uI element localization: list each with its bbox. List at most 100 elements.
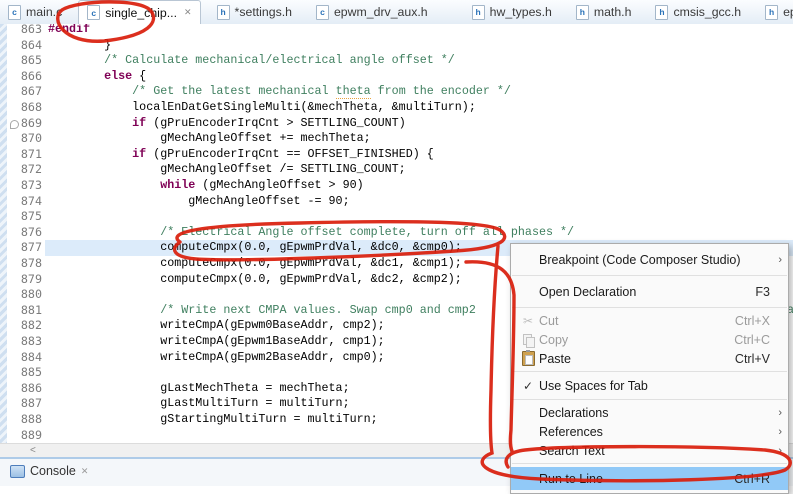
submenu-arrow-icon: ›: [770, 426, 782, 438]
tab-console[interactable]: Console ✕: [2, 461, 96, 481]
line-number[interactable]: 888: [8, 412, 42, 428]
file-h-icon: h: [217, 5, 230, 20]
editor-tab-math-h[interactable]: hmath.h: [568, 0, 640, 24]
line-number[interactable]: 872: [8, 162, 42, 178]
editor-tab-single-chip-[interactable]: csingle_chip...✕: [78, 0, 200, 24]
editor-tab-hw-types-h[interactable]: hhw_types.h: [464, 0, 560, 24]
close-icon[interactable]: ✕: [184, 7, 192, 18]
line-number[interactable]: 886: [8, 381, 42, 397]
tab-label: epwm_drv_aux.h: [334, 5, 428, 19]
line-number[interactable]: 876: [8, 225, 42, 241]
code-text: if (gPruEncoderIrqCnt == OFFSET_FINISHED…: [48, 147, 434, 163]
editor-tab-cmsis-gcc-h[interactable]: hcmsis_gcc.h: [647, 0, 749, 24]
menu-item-paste[interactable]: Paste Ctrl+V: [511, 349, 788, 368]
context-menu: Breakpoint (Code Composer Studio)› Open D…: [510, 243, 789, 494]
submenu-arrow-icon: ›: [770, 407, 782, 419]
menu-item-label: Copy: [539, 333, 724, 347]
menu-separator: [512, 463, 787, 464]
copy-icon: [517, 334, 539, 346]
line-number[interactable]: 883: [8, 334, 42, 350]
scroll-left-arrow-icon[interactable]: <: [30, 445, 36, 456]
menu-item-label: Open Declaration: [539, 285, 745, 299]
submenu-arrow-icon: ›: [770, 445, 782, 457]
code-text: /* Electrical Angle offset complete, tur…: [48, 225, 574, 241]
file-h-icon: h: [472, 5, 485, 20]
menu-item-use-spaces-for-tab[interactable]: ✓Use Spaces for Tab: [511, 375, 788, 396]
line-number[interactable]: 882: [8, 318, 42, 334]
code-line-864[interactable]: 864 }: [0, 38, 793, 54]
menu-item-label: Run to Line: [539, 472, 724, 486]
editor-tab-epwm-drv-aux-h[interactable]: cepwm_drv_aux.h: [308, 0, 436, 24]
file-h-icon: h: [576, 5, 589, 20]
line-number[interactable]: 884: [8, 350, 42, 366]
menu-item-shortcut: Ctrl+R: [734, 472, 770, 486]
line-number[interactable]: 878: [8, 256, 42, 272]
line-number[interactable]: 871: [8, 147, 42, 163]
menu-item-run-to-line[interactable]: Run to Line Ctrl+R: [511, 467, 788, 490]
paste-icon: [517, 351, 539, 366]
line-number[interactable]: 865: [8, 53, 42, 69]
code-text: gStartingMultiTurn = multiTurn;: [48, 412, 378, 428]
editor-tab-bar: cmain.c csingle_chip...✕ h*settings.h cepwm…: [0, 0, 793, 25]
code-line-870[interactable]: 870 gMechAngleOffset += mechTheta;: [0, 131, 793, 147]
code-line-868[interactable]: 868 localEnDatGetSingleMulti(&mechTheta,…: [0, 100, 793, 116]
menu-item-open-declaration[interactable]: Open DeclarationF3: [511, 279, 788, 304]
code-line-875[interactable]: 875: [0, 209, 793, 225]
code-text: computeCmpx(0.0, gEpwmPrdVal, &dc1, &cmp…: [48, 256, 462, 272]
menu-separator: [512, 275, 787, 276]
code-text: /* Calculate mechanical/electrical angle…: [48, 53, 455, 69]
check-icon: ✓: [517, 379, 539, 393]
line-number[interactable]: 870: [8, 131, 42, 147]
menu-item-label: Declarations: [539, 406, 770, 420]
code-line-863[interactable]: 863 #endif: [0, 24, 793, 38]
code-line-872[interactable]: 872 gMechAngleOffset /= SETTLING_COUNT;: [0, 162, 793, 178]
line-number[interactable]: 879: [8, 272, 42, 288]
menu-item-declarations[interactable]: Declarations›: [511, 403, 788, 422]
line-number[interactable]: 868: [8, 100, 42, 116]
editor-tab-epwm-drv-aux-h[interactable]: h epwm_drv_aux.h: [757, 0, 793, 24]
line-number[interactable]: 866: [8, 69, 42, 85]
line-number[interactable]: 863: [8, 24, 42, 38]
menu-item-cut: ✂CutCtrl+X: [511, 311, 788, 330]
line-number[interactable]: 877: [8, 240, 42, 256]
line-number[interactable]: 880: [8, 287, 42, 303]
code-text: #endif: [48, 24, 90, 38]
code-line-866[interactable]: 866 else {: [0, 69, 793, 85]
tab-label: epwm_drv_aux.h: [783, 5, 793, 19]
menu-item-label: References: [539, 425, 770, 439]
code-text: gLastMultiTurn = multiTurn;: [48, 396, 350, 412]
code-text: computeCmpx(0.0, gEpwmPrdVal, &dc2, &cmp…: [48, 272, 462, 288]
line-number[interactable]: 875: [8, 209, 42, 225]
line-number[interactable]: 867: [8, 84, 42, 100]
file-h-icon: h: [765, 5, 778, 20]
code-line-869[interactable]: 869 if (gPruEncoderIrqCnt > SETTLING_COU…: [0, 116, 793, 132]
menu-item-references[interactable]: References›: [511, 422, 788, 441]
menu-item-label: Cut: [539, 314, 725, 328]
code-line-876[interactable]: 876 /* Electrical Angle offset complete,…: [0, 225, 793, 241]
line-number[interactable]: 881: [8, 303, 42, 319]
code-text: else {: [48, 69, 146, 85]
code-line-865[interactable]: 865 /* Calculate mechanical/electrical a…: [0, 53, 793, 69]
editor-tab-main-c[interactable]: cmain.c: [0, 0, 70, 24]
line-number[interactable]: 887: [8, 396, 42, 412]
line-number[interactable]: 889: [8, 428, 42, 443]
line-number[interactable]: 885: [8, 365, 42, 381]
menu-item-label: Paste: [539, 352, 725, 366]
code-text: if (gPruEncoderIrqCnt > SETTLING_COUNT): [48, 116, 406, 132]
tab-label: main.c: [26, 5, 62, 19]
menu-item-search-text[interactable]: Search Text›: [511, 441, 788, 460]
menu-item-breakpoint-code-composer-studio-[interactable]: Breakpoint (Code Composer Studio)›: [511, 247, 788, 272]
code-line-874[interactable]: 874 gMechAngleOffset -= 90;: [0, 194, 793, 210]
line-number[interactable]: 873: [8, 178, 42, 194]
close-icon[interactable]: ✕: [81, 466, 89, 477]
code-line-867[interactable]: 867 /* Get the latest mechanical theta f…: [0, 84, 793, 100]
editor-tab--settings-h[interactable]: h*settings.h: [209, 0, 300, 24]
menu-item-label: Search Text: [539, 444, 770, 458]
menu-item-shortcut: Ctrl+V: [735, 352, 770, 366]
line-number[interactable]: 874: [8, 194, 42, 210]
submenu-arrow-icon: ›: [770, 254, 782, 266]
code-line-871[interactable]: 871 if (gPruEncoderIrqCnt == OFFSET_FINI…: [0, 147, 793, 163]
code-line-873[interactable]: 873 while (gMechAngleOffset > 90): [0, 178, 793, 194]
code-text: writeCmpA(gEpwm1BaseAddr, cmp1);: [48, 334, 385, 350]
line-number[interactable]: 864: [8, 38, 42, 54]
